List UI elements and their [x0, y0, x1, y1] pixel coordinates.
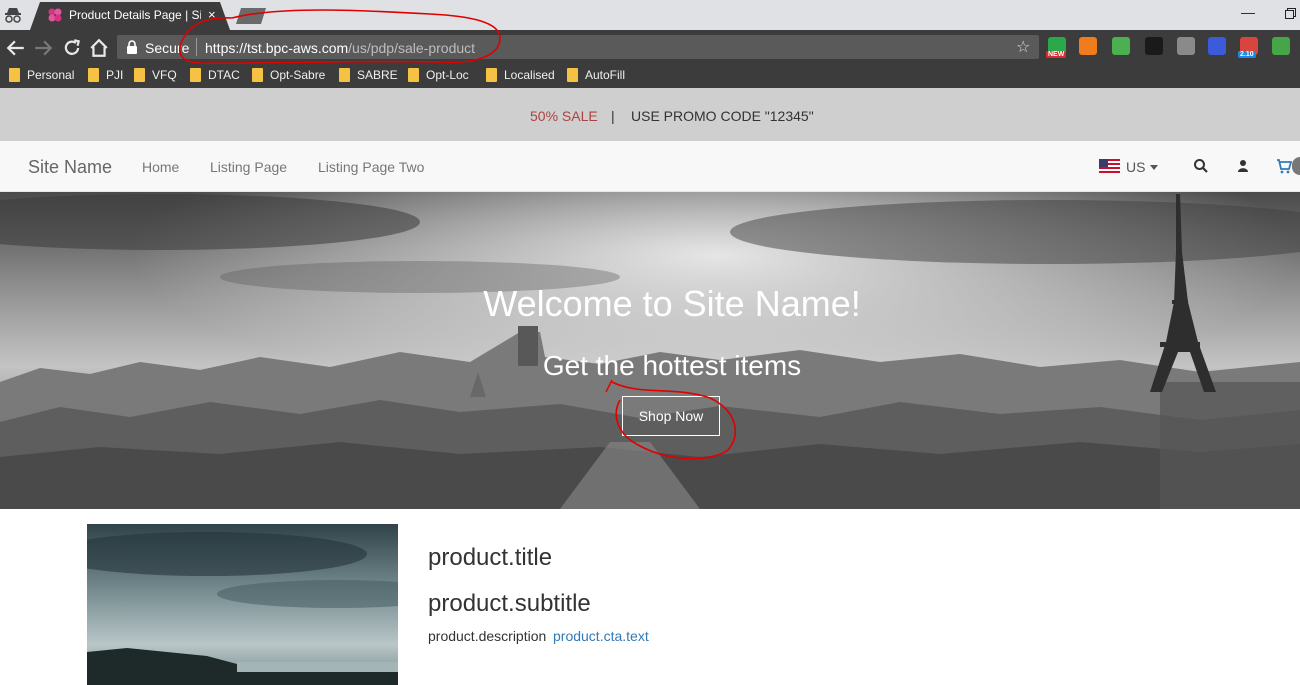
bookmark-opt-loc[interactable]: Opt-Loc — [408, 67, 469, 83]
folder-icon — [190, 68, 201, 82]
bookmark-label: Opt-Sabre — [270, 68, 326, 82]
tab-close-icon[interactable]: × — [208, 7, 216, 22]
ext-lifebuoy-icon[interactable] — [1079, 37, 1097, 55]
user-icon[interactable] — [1235, 158, 1251, 174]
folder-icon — [88, 68, 99, 82]
home-icon[interactable] — [89, 38, 109, 58]
folder-icon — [408, 68, 419, 82]
folder-icon — [252, 68, 263, 82]
url-text[interactable]: https://tst.bpc-aws.com/us/pdp/sale-prod… — [205, 40, 475, 56]
folder-icon — [339, 68, 350, 82]
product-description: product.description — [428, 628, 547, 644]
promo-sale-text: 50% SALE — [530, 108, 598, 124]
promo-separator: | — [611, 108, 615, 124]
cart-count-badge[interactable] — [1292, 157, 1300, 175]
nav-link-listing-page-two[interactable]: Listing Page Two — [318, 159, 424, 175]
restore-icon[interactable] — [1285, 8, 1296, 19]
bookmark-personal[interactable]: Personal — [9, 67, 74, 83]
folder-icon — [9, 68, 20, 82]
tab-title: Product Details Page | Site — [69, 8, 201, 22]
url-path: /us/pdp/sale-product — [348, 40, 476, 56]
cart-icon[interactable] — [1276, 158, 1292, 174]
ext-gray-icon[interactable] — [1177, 37, 1195, 55]
back-icon[interactable] — [6, 38, 26, 58]
ext-gear-icon[interactable] — [1208, 37, 1226, 55]
lock-icon — [127, 40, 137, 54]
address-divider — [196, 38, 197, 56]
site-brand[interactable]: Site Name — [28, 157, 112, 178]
bookmark-pji[interactable]: PJI — [88, 67, 123, 83]
bookmark-dtac[interactable]: DTAC — [190, 67, 240, 83]
bookmark-label: VFQ — [152, 68, 177, 82]
bookmark-label: Opt-Loc — [426, 68, 469, 82]
bookmark-label: DTAC — [208, 68, 240, 82]
bookmark-vfq[interactable]: VFQ — [134, 67, 177, 83]
url-host: https://tst.bpc-aws.com — [205, 40, 349, 56]
ext-tag-icon[interactable] — [1112, 37, 1130, 55]
forward-icon[interactable] — [33, 38, 53, 58]
bookmark-autofill[interactable]: AutoFill — [567, 67, 625, 83]
folder-icon — [134, 68, 145, 82]
ext-new-badge: NEW — [1046, 51, 1067, 58]
reload-icon[interactable] — [62, 38, 82, 58]
hero-subtitle: Get the hottest items — [542, 350, 802, 381]
ext-sheet-icon[interactable] — [1272, 37, 1290, 55]
search-icon[interactable] — [1193, 158, 1209, 174]
site-favicon-icon — [48, 8, 62, 22]
us-flag-icon[interactable] — [1099, 159, 1120, 173]
nav-link-home[interactable]: Home — [142, 159, 179, 175]
locale-selector[interactable]: US — [1126, 159, 1145, 175]
bookmark-opt-sabre[interactable]: Opt-Sabre — [252, 67, 325, 83]
product-cta-link[interactable]: product.cta.text — [553, 628, 649, 644]
product-image — [87, 524, 398, 685]
bookmark-localised[interactable]: Localised — [486, 67, 555, 83]
bookmark-label: Personal — [27, 68, 75, 82]
ext-color-icon[interactable] — [1145, 37, 1163, 55]
bookmark-label: PJI — [106, 68, 124, 82]
new-tab-button[interactable] — [236, 8, 266, 24]
hero-title: Welcome to Site Name! — [483, 283, 861, 324]
product-subtitle: product.subtitle — [428, 590, 591, 617]
bookmark-label: AutoFill — [585, 68, 626, 82]
folder-icon — [486, 68, 497, 82]
bookmark-star-icon[interactable]: ☆ — [1016, 37, 1030, 57]
secure-label: Secure — [145, 40, 190, 56]
ext-calendar-badge: 2.10 — [1238, 51, 1256, 58]
bookmark-label: Localised — [504, 68, 555, 82]
chevron-down-icon[interactable] — [1150, 165, 1158, 170]
nav-link-listing-page[interactable]: Listing Page — [210, 159, 287, 175]
folder-icon — [567, 68, 578, 82]
shop-now-button[interactable]: Shop Now — [622, 396, 720, 436]
promo-code-text: USE PROMO CODE "12345" — [631, 108, 814, 124]
minimize-icon[interactable]: — — [1241, 4, 1255, 20]
bookmark-sabre[interactable]: SABRE — [339, 67, 398, 83]
bookmark-label: SABRE — [357, 68, 398, 82]
product-title: product.title — [428, 544, 553, 571]
incognito-icon — [5, 8, 21, 23]
